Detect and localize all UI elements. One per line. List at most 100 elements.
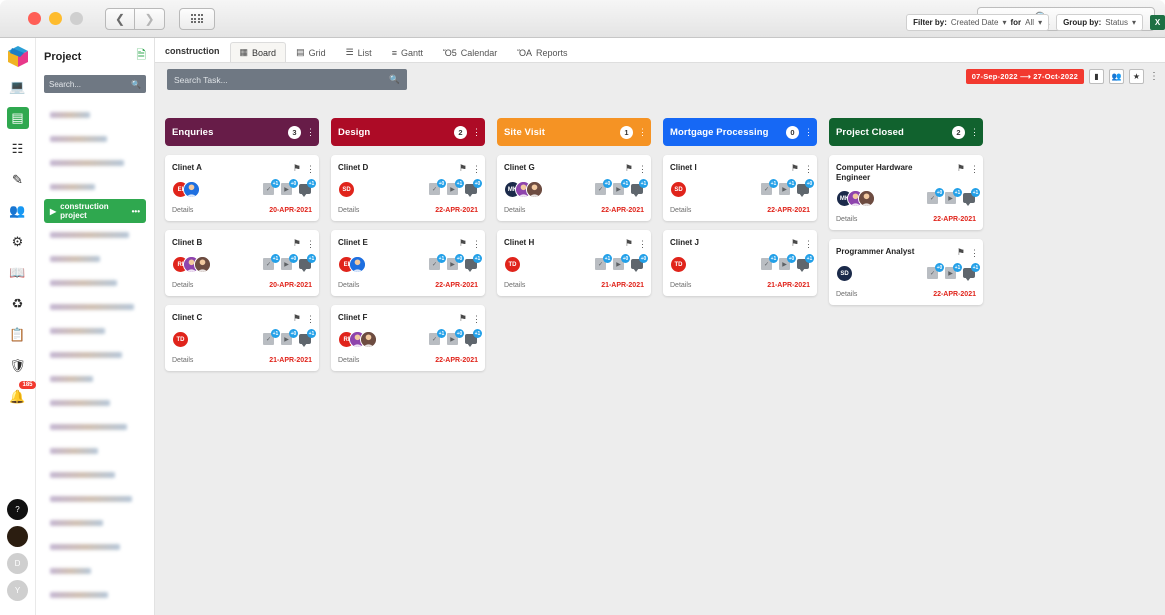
forward-button[interactable]: ❯ bbox=[135, 7, 165, 30]
media-doc-icon[interactable]: ▶ +1 bbox=[945, 263, 962, 280]
tab-list[interactable]: ☰ List bbox=[336, 42, 382, 62]
avatar-y[interactable]: Y bbox=[7, 580, 28, 601]
sidebar-item[interactable] bbox=[44, 439, 146, 463]
avatar[interactable]: SD bbox=[670, 181, 687, 198]
sidebar-item[interactable] bbox=[44, 151, 146, 175]
sidebar-item-edit[interactable]: ✎ bbox=[7, 169, 29, 191]
tab-gantt[interactable]: ≡ Gantt bbox=[382, 43, 433, 62]
sidebar-item[interactable] bbox=[44, 319, 146, 343]
flag-icon[interactable]: ⚑ bbox=[791, 238, 799, 249]
sidebar-item-construction-project[interactable]: ▶ construction project ••• bbox=[44, 199, 146, 223]
members-filter-icon[interactable]: 👥 bbox=[1109, 69, 1124, 84]
card-menu-icon[interactable]: ⋮ bbox=[638, 164, 647, 173]
task-card[interactable]: Clinet J ⚑ ⋮ TD ✓ +1 ▶ +0 +1 Details 21-APR-2021 bbox=[663, 230, 817, 296]
sidebar-item-team[interactable]: 👥 bbox=[7, 200, 29, 222]
task-card[interactable]: Clinet I ⚑ ⋮ SD ✓ +1 ▶ +1 +0 Details 22-APR-2021 bbox=[663, 155, 817, 221]
comment-icon[interactable]: +1 bbox=[465, 254, 482, 272]
sidebar-item-dashboard[interactable]: ▤ bbox=[6, 107, 29, 129]
media-doc-icon[interactable]: ▶ +0 bbox=[281, 254, 298, 271]
column-menu-icon[interactable]: ⋮ bbox=[472, 128, 481, 137]
sidebar-item-clipboard[interactable]: 📋 bbox=[7, 324, 29, 346]
avatar-d[interactable]: D bbox=[7, 553, 28, 574]
avatar[interactable] bbox=[360, 331, 377, 348]
card-menu-icon[interactable]: ⋮ bbox=[472, 239, 481, 248]
task-card[interactable]: Clinet H ⚑ ⋮ TD ✓ +1 ▶ +0 +0 Details 21-APR-2021 bbox=[497, 230, 651, 296]
task-card[interactable]: Clinet B ⚑ ⋮ RI ✓ +1 ▶ +0 +1 Details 20-APR-2021 bbox=[165, 230, 319, 296]
comment-icon[interactable]: +0 bbox=[465, 179, 482, 197]
sidebar-item[interactable] bbox=[44, 535, 146, 559]
comment-icon[interactable]: +1 bbox=[299, 254, 316, 272]
details-link[interactable]: Details bbox=[172, 207, 193, 214]
help-icon[interactable]: ? bbox=[7, 499, 28, 520]
details-link[interactable]: Details bbox=[338, 207, 359, 214]
sidebar-item[interactable] bbox=[44, 343, 146, 367]
sidebar-item[interactable] bbox=[44, 559, 146, 583]
flag-icon[interactable]: ⚑ bbox=[459, 163, 467, 174]
media-doc-icon[interactable]: ▶ +0 bbox=[281, 179, 298, 196]
avatar[interactable]: SD bbox=[836, 265, 853, 282]
tag-filter-icon[interactable]: ★ bbox=[1129, 69, 1144, 84]
attachment-doc-icon[interactable]: ✓ +1 bbox=[761, 254, 778, 271]
sidebar-item[interactable] bbox=[44, 223, 146, 247]
details-link[interactable]: Details bbox=[670, 207, 691, 214]
flag-icon[interactable]: ⚑ bbox=[791, 163, 799, 174]
sidebar-item[interactable] bbox=[44, 175, 146, 199]
flag-icon[interactable]: ⚑ bbox=[957, 247, 965, 258]
more-menu-icon[interactable]: ⋮ bbox=[1149, 72, 1159, 82]
app-grid-icon[interactable] bbox=[179, 7, 215, 30]
attachment-doc-icon[interactable]: ✓ +0 bbox=[429, 179, 446, 196]
column-menu-icon[interactable]: ⋮ bbox=[970, 128, 979, 137]
media-doc-icon[interactable]: ▶ +0 bbox=[447, 254, 464, 271]
details-link[interactable]: Details bbox=[504, 282, 525, 289]
date-range-badge[interactable]: 07-Sep-2022 ⟶ 27-Oct-2022 bbox=[965, 69, 1084, 84]
file-export-icon[interactable]: 🗎 bbox=[136, 46, 146, 67]
details-link[interactable]: Details bbox=[338, 282, 359, 289]
attachment-doc-icon[interactable]: ✓ +1 bbox=[429, 254, 446, 271]
avatar[interactable] bbox=[183, 181, 200, 198]
attachment-doc-icon[interactable]: ✓ +1 bbox=[263, 329, 280, 346]
card-menu-icon[interactable]: ⋮ bbox=[306, 314, 315, 323]
comment-icon[interactable]: +1 bbox=[299, 179, 316, 197]
avatar[interactable] bbox=[526, 181, 543, 198]
maximize-window-button[interactable] bbox=[70, 12, 83, 25]
sidebar-item[interactable] bbox=[44, 583, 146, 607]
sidebar-item[interactable] bbox=[44, 367, 146, 391]
media-doc-icon[interactable]: ▶ +0 bbox=[613, 254, 630, 271]
comment-icon[interactable]: +1 bbox=[797, 254, 814, 272]
attachment-doc-icon[interactable]: ✓ +0 bbox=[927, 188, 944, 205]
sidebar-item[interactable] bbox=[44, 247, 146, 271]
column-menu-icon[interactable]: ⋮ bbox=[804, 128, 813, 137]
group-by-control[interactable]: Group by: Status ▾ bbox=[1056, 14, 1143, 31]
tab-board[interactable]: ▦ Board bbox=[229, 42, 287, 62]
card-menu-icon[interactable]: ⋮ bbox=[638, 239, 647, 248]
sidebar-item-settings[interactable]: ⚙ bbox=[7, 231, 29, 253]
minimize-window-button[interactable] bbox=[49, 12, 62, 25]
sidebar-item-recycle[interactable]: ♻ bbox=[7, 293, 29, 315]
flag-icon[interactable]: ⚑ bbox=[459, 238, 467, 249]
card-menu-icon[interactable]: ⋮ bbox=[970, 164, 979, 173]
attachment-doc-icon[interactable]: ✓ +1 bbox=[263, 179, 280, 196]
avatar[interactable]: TD bbox=[504, 256, 521, 273]
comment-icon[interactable]: +1 bbox=[963, 188, 980, 206]
sidebar-item-notifications[interactable]: 🔔 185 bbox=[7, 381, 36, 408]
tab-grid[interactable]: ▤ Grid bbox=[286, 42, 336, 62]
comment-icon[interactable]: +0 bbox=[797, 179, 814, 197]
sidebar-item-book[interactable]: 📖 bbox=[7, 262, 29, 284]
attachment-doc-icon[interactable]: ✓ +0 bbox=[595, 179, 612, 196]
filter-by-control[interactable]: Filter by: Created Date ▾ for All ▾ bbox=[906, 14, 1050, 31]
flag-icon[interactable]: ⚑ bbox=[625, 238, 633, 249]
card-menu-icon[interactable]: ⋮ bbox=[804, 164, 813, 173]
card-menu-icon[interactable]: ⋮ bbox=[472, 164, 481, 173]
task-card[interactable]: Clinet E ⚑ ⋮ EI ✓ +1 ▶ +0 +1 Details 22-APR-2021 bbox=[331, 230, 485, 296]
column-menu-icon[interactable]: ⋮ bbox=[638, 128, 647, 137]
sidebar-item[interactable] bbox=[44, 511, 146, 535]
task-card[interactable]: Clinet F ⚑ ⋮ RI ✓ +1 ▶ +0 +1 Details 22-APR-2021 bbox=[331, 305, 485, 371]
flag-icon[interactable]: ⚑ bbox=[293, 238, 301, 249]
sidebar-item[interactable] bbox=[44, 391, 146, 415]
attachment-doc-icon[interactable]: ✓ +1 bbox=[595, 254, 612, 271]
sidebar-item[interactable] bbox=[44, 127, 146, 151]
card-menu-icon[interactable]: ⋮ bbox=[804, 239, 813, 248]
attachment-doc-icon[interactable]: ✓ +1 bbox=[761, 179, 778, 196]
search-input[interactable]: Search Task... 🔍 bbox=[167, 69, 407, 90]
tab-calendar[interactable]: Ὄ5 Calendar bbox=[433, 43, 507, 62]
